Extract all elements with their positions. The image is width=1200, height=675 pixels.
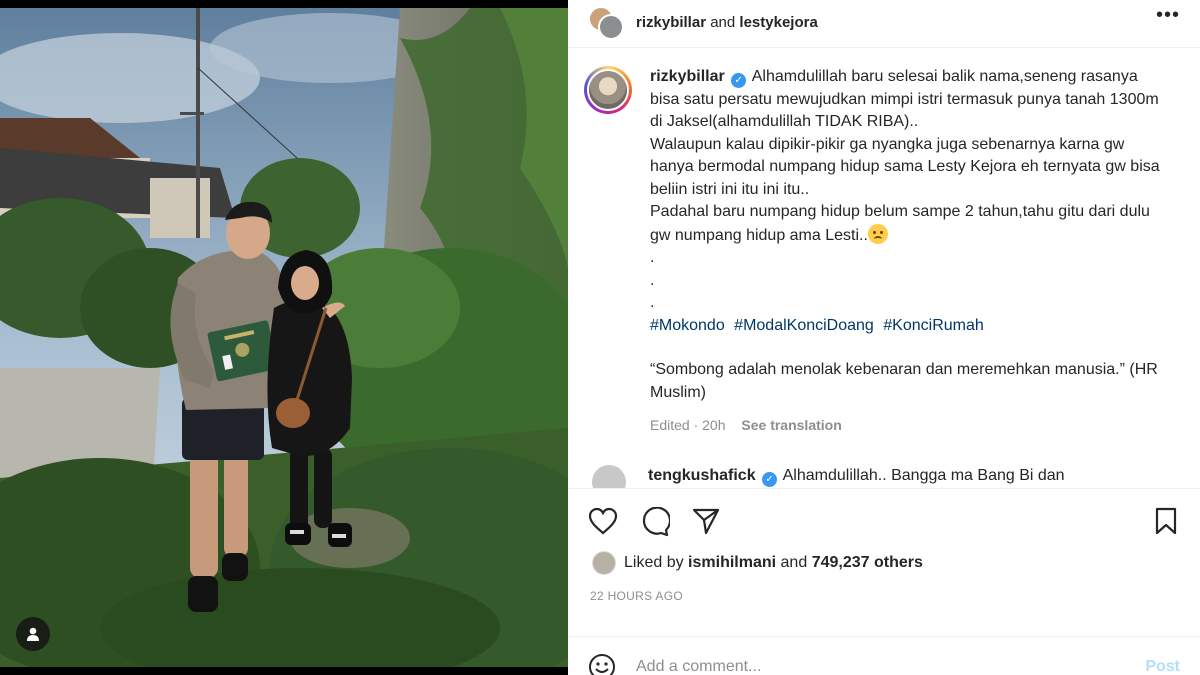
post-header: rizkybillar and lestykejora ••• (568, 0, 1200, 48)
avatar[interactable] (592, 464, 626, 488)
hashtag-link[interactable]: #Mokondo (650, 317, 725, 334)
hashtags: #Mokondo #ModalKonciDoang #KonciRumah (650, 315, 1170, 338)
liker-username-link[interactable]: ismihilmani (688, 554, 776, 572)
comment-username-link[interactable]: tengkushafick (648, 467, 756, 484)
comment-text: Alhamdulillah.. Bangga ma Bang Bi dan (782, 466, 1065, 484)
action-bar (568, 489, 1200, 553)
comments-section[interactable]: rizkybillar ✓ Alhamdulillah baru selesai… (568, 48, 1200, 488)
heart-icon[interactable] (588, 507, 618, 535)
coauthor-username-link[interactable]: lestykejora (739, 14, 817, 31)
caption: rizkybillar ✓ Alhamdulillah baru selesai… (584, 66, 1180, 437)
comment-body: tengkushafick ✓ Alhamdulillah.. Bangga m… (648, 465, 1065, 487)
avatar (598, 13, 624, 40)
post-timestamp[interactable]: 22 HOURS AGO (568, 589, 1200, 603)
likes-summary: Liked by ismihilmani and 749,237 others (568, 551, 1200, 575)
avatar (592, 551, 616, 575)
post-actions: Liked by ismihilmani and 749,237 others … (568, 488, 1200, 636)
comment-item: tengkushafick ✓ Alhamdulillah.. Bangga m… (584, 464, 1180, 488)
more-options-button[interactable]: ••• (1156, 4, 1180, 27)
caption-text: Alhamdulillah baru selesai balik nama,se… (650, 68, 1160, 244)
caption-username-link[interactable]: rizkybillar (650, 68, 725, 85)
comment-icon[interactable] (640, 507, 670, 537)
post-comment-button[interactable]: Post (1145, 658, 1180, 675)
caption-dot: . (650, 249, 655, 266)
post-photo[interactable] (0, 8, 568, 667)
liked-by-prefix: Liked by (624, 554, 684, 571)
post-details-panel: rizkybillar and lestykejora ••• rizkybil… (568, 0, 1200, 675)
verified-badge-icon: ✓ (731, 73, 747, 88)
caption-meta: Edited · 20h See translation (650, 414, 1170, 437)
and-text: and (710, 14, 736, 31)
see-translation-button[interactable]: See translation (741, 417, 841, 433)
edited-time: Edited · 20h (650, 417, 726, 433)
post-image (0, 8, 568, 667)
caption-dot: . (650, 294, 655, 311)
verified-badge-icon: ✓ (762, 471, 778, 487)
instagram-post-modal: rizkybillar and lestykejora ••• rizkybil… (0, 0, 1200, 675)
sad-face-emoji-icon (867, 223, 888, 244)
hashtag-link[interactable]: #ModalKonciDoang (734, 317, 874, 334)
caption-avatar[interactable] (584, 66, 632, 114)
user-tag-icon (27, 627, 39, 641)
user-tags-button[interactable] (16, 617, 50, 651)
emoji-icon[interactable] (588, 653, 616, 675)
comment-input[interactable]: Add a comment... (636, 658, 1145, 675)
author-username-link[interactable]: rizkybillar (636, 14, 706, 31)
bookmark-icon[interactable] (1154, 507, 1178, 535)
hashtag-link[interactable]: #KonciRumah (883, 317, 984, 334)
header-usernames: rizkybillar and lestykejora (636, 14, 818, 31)
caption-dot: . (650, 271, 655, 289)
add-comment-bar: Add a comment... Post (568, 636, 1200, 675)
caption-body: rizkybillar ✓ Alhamdulillah baru selesai… (650, 66, 1170, 437)
share-icon[interactable] (692, 507, 720, 535)
avatar (587, 69, 629, 111)
coauthor-avatars[interactable] (588, 5, 624, 40)
likes-count-link[interactable]: 749,237 others (812, 554, 923, 572)
caption-quote: “Sombong adalah menolak kebenaran dan me… (650, 361, 1158, 401)
likes-and-text: and (780, 554, 808, 571)
